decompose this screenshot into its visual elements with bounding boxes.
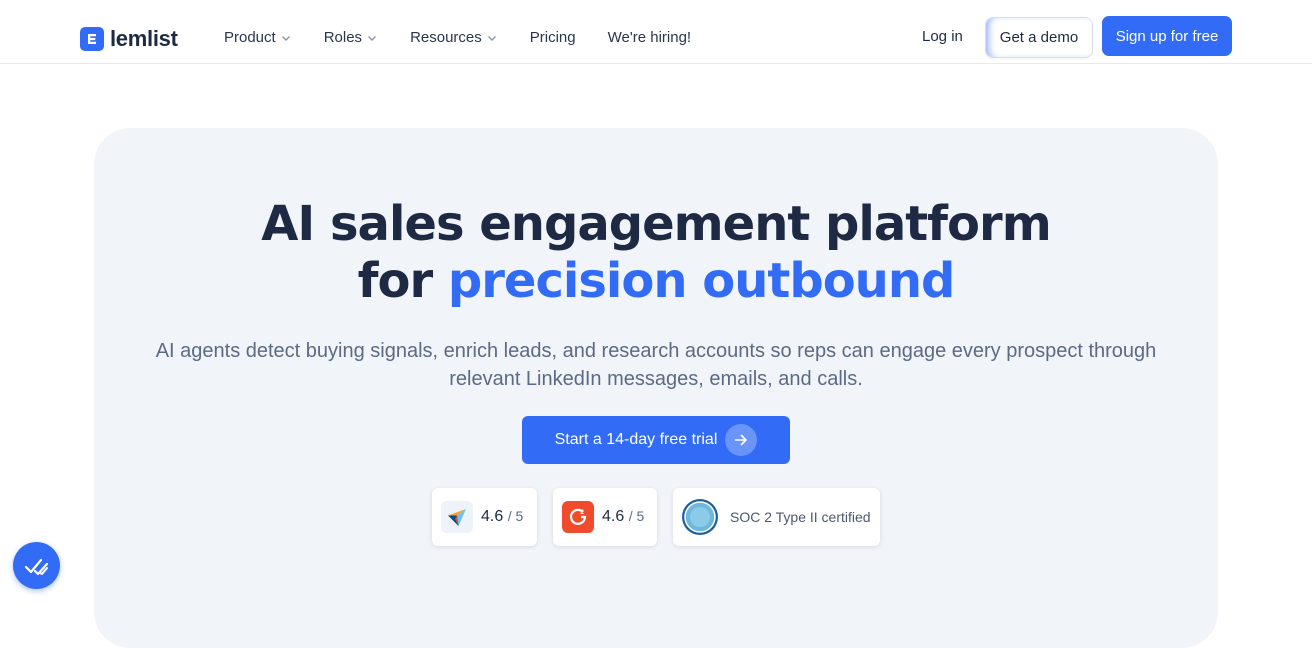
soc2-label: SOC 2 Type II certified — [730, 509, 871, 525]
rating-score: 4.6 — [481, 508, 504, 525]
nav-item-hiring[interactable]: We're hiring! — [608, 29, 691, 46]
cta-label: Start a 14-day free trial — [554, 431, 718, 448]
chevron-down-icon — [281, 35, 290, 41]
hero-headline: AI sales engagement platform for precisi… — [0, 196, 1312, 310]
g2-rating-badge[interactable]: 2 4.6 / 5 — [553, 488, 657, 546]
headline-line-2-prefix: for — [357, 253, 448, 309]
main-menu: Product Roles Resources Pricing We're hi… — [224, 29, 723, 46]
svg-text:2: 2 — [580, 509, 584, 516]
brand-name: lemlist — [110, 26, 178, 51]
capterra-rating: 4.6 / 5 — [481, 508, 523, 526]
rating-out-of: / 5 — [507, 508, 524, 524]
rating-out-of: / 5 — [628, 508, 645, 524]
lemlist-logo-icon — [80, 27, 104, 51]
soc2-badge[interactable]: SOC 2 Type II certified — [673, 488, 880, 546]
nav-item-label: Resources — [410, 29, 482, 46]
nav-item-label: We're hiring! — [607, 29, 692, 46]
start-trial-button[interactable]: Start a 14-day free trial — [522, 416, 790, 464]
nav-item-label: Roles — [323, 29, 363, 46]
chat-widget-button[interactable] — [13, 542, 60, 589]
lemlist-logo[interactable]: lemlist — [80, 26, 178, 52]
aicpa-soc-icon — [682, 499, 718, 535]
hero-subtext: AI agents detect buying signals, enrich … — [155, 340, 1157, 390]
nav-item-label: Pricing — [529, 29, 576, 46]
capterra-icon — [441, 501, 473, 533]
chevron-down-icon — [368, 35, 377, 41]
chat-widget-icon — [24, 558, 48, 575]
nav-item-resources[interactable]: Resources — [410, 29, 498, 46]
nav-item-roles[interactable]: Roles — [324, 29, 378, 46]
chevron-down-icon — [487, 35, 496, 41]
signup-button[interactable]: Sign up for free — [1102, 16, 1232, 56]
g2-rating: 4.6 / 5 — [602, 508, 644, 526]
headline-accent: precision outbound — [447, 253, 956, 309]
top-navigation: lemlist Product Roles Resources Pricing … — [0, 0, 1312, 64]
headline-line-1: AI sales engagement platform — [261, 196, 1051, 252]
rating-score: 4.6 — [602, 508, 625, 525]
login-link[interactable]: Log in — [922, 28, 963, 45]
nav-item-product[interactable]: Product — [224, 29, 292, 46]
g2-icon: 2 — [562, 501, 594, 533]
capterra-rating-badge[interactable]: 4.6 / 5 — [432, 488, 537, 546]
arrow-right-icon — [725, 424, 758, 456]
get-demo-button[interactable]: Get a demo — [985, 17, 1093, 58]
nav-item-pricing[interactable]: Pricing — [530, 29, 576, 46]
nav-item-label: Product — [224, 29, 276, 46]
